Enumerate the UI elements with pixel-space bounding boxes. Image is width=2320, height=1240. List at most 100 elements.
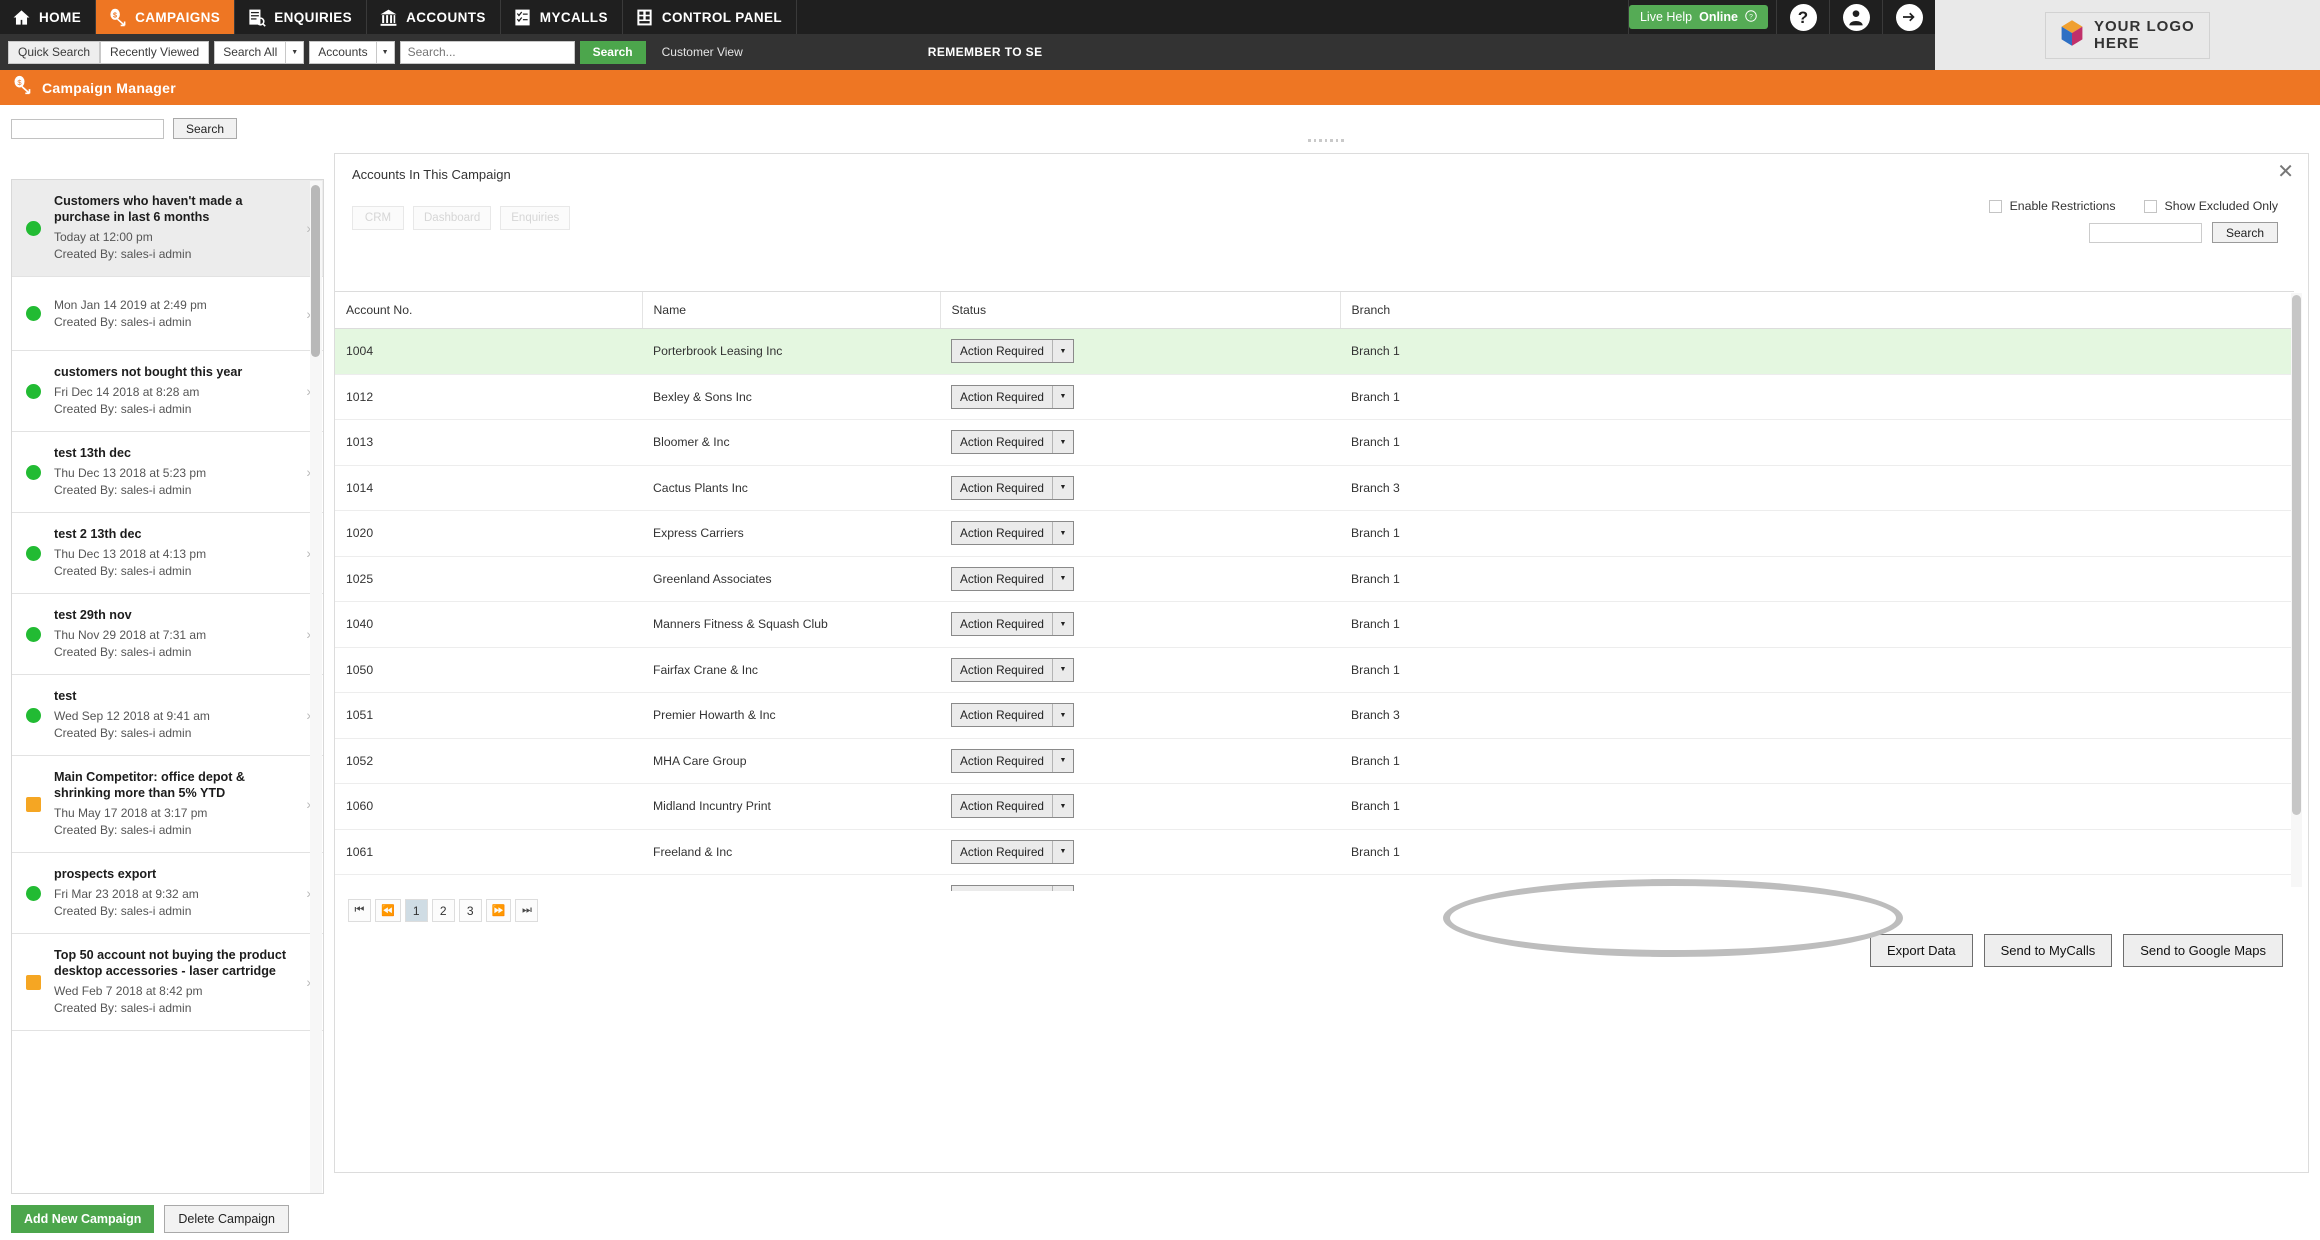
table-row[interactable]: 1061 Freeland & Inc Action Required ▼ Branch… [335,829,2294,875]
column-header-status[interactable]: Status [939,291,1340,329]
campaign-list-item[interactable]: test 13th dec Thu Dec 13 2018 at 5:23 pm C… [12,432,323,513]
account-button[interactable] [1829,0,1882,34]
recently-viewed-tab[interactable]: Recently Viewed [100,40,210,64]
checkbox-box[interactable] [2143,199,2157,213]
cell-status: Action Required ▼ [940,601,1340,648]
status-select[interactable]: Action Required▼ [951,794,1074,819]
table-row[interactable]: 1070Nottingham Wheels Action Required▼ Bra… [335,874,2294,891]
nav-item-home[interactable]: HOME [0,0,97,34]
table-row[interactable]: 1050 Fairfax Crane & Inc Action Required ▼ B… [335,647,2294,693]
nav-item-control-panel[interactable]: CONTROL PANEL [623,0,798,34]
column-header-account-no[interactable]: Account No. [335,291,642,329]
logout-button[interactable] [1882,0,1935,34]
nav-item-mycalls[interactable]: MYCALLS [501,0,623,34]
nav-item-campaigns[interactable]: $ CAMPAIGNS [96,0,236,34]
export-data-button[interactable]: Export Data [1869,934,1973,967]
table-row[interactable]: 1014 Cactus Plants Inc Action Required ▼ Bra… [335,465,2294,511]
customer-view-link[interactable]: Customer View [662,45,743,59]
home-icon [12,8,31,27]
cell-account-no: 1014 [335,465,642,511]
status-select[interactable]: Action Required▼ [951,430,1074,455]
pagination-page-2-button[interactable]: 2 [431,899,455,922]
status-select[interactable]: Action Required▼ [951,384,1074,409]
campaign-list-scrollbar[interactable] [310,181,322,1193]
nav-item-accounts[interactable]: ACCOUNTS [367,0,501,34]
column-header-branch[interactable]: Branch [1339,291,2294,329]
live-help-button[interactable]: Live Help Online ? [1628,5,1768,29]
pagination-page-1-button[interactable]: 1 [404,899,428,922]
table-row[interactable]: 1051 Premier Howarth & Inc Action Required… [335,692,2294,739]
help-button[interactable]: ? [1776,0,1829,34]
panel-search-input[interactable] [2088,222,2202,243]
global-search-input[interactable] [399,40,575,64]
pagination-first-button[interactable]: ⏮ [348,899,371,922]
status-select[interactable]: Action Required▼ [951,657,1074,682]
table-row[interactable]: 1052 MHA Care Group Action Required ▼ Branch… [335,738,2294,784]
campaign-list-item[interactable]: Main Competitor: office depot & shrinkin… [12,756,323,853]
campaign-list-item[interactable]: Customers who haven't made a purchase in… [12,180,323,277]
status-select[interactable]: Action Required▼ [951,703,1074,728]
status-indicator-cell [12,383,54,399]
pagination-next-button[interactable]: ⏩ [485,899,512,922]
cell-account-no: 1061 [335,829,642,875]
campaign-date: Fri Mar 23 2018 at 9:32 am [54,887,199,901]
show-excluded-only-checkbox[interactable]: Show Excluded Only [2143,199,2278,213]
cell-branch: Branch 1 [1340,601,2294,648]
live-help-status-icon: ? [1745,9,1757,25]
pagination-last-button[interactable]: ⏭ [515,899,539,922]
quick-search-tab[interactable]: Quick Search [8,40,101,64]
table-row[interactable]: 1004 Porterbrook Leasing Inc Action Requir… [335,328,2294,375]
add-new-campaign-button[interactable]: Add New Campaign [11,1205,155,1233]
checkbox-box[interactable] [1988,199,2002,213]
global-search-button[interactable]: Search [579,40,646,64]
status-select[interactable]: Action Required▼ [951,475,1074,500]
tab-crm[interactable]: CRM [352,206,404,230]
pagination-page-3-button[interactable]: 3 [458,899,482,922]
campaign-search-button[interactable]: Search [173,118,238,139]
campaign-search-input[interactable] [11,118,164,139]
campaign-list-item[interactable]: Mon Jan 14 2019 at 2:49 pm Created By: sa… [12,277,323,351]
pagination-prev-button[interactable]: ⏪ [375,899,401,922]
live-help-label: Live Help [1639,10,1693,24]
nav-item-enquiries[interactable]: ENQUIRIES [235,0,368,34]
accounts-table-scrollbar[interactable] [2291,293,2302,887]
campaign-list-item[interactable]: test 2 13th dec Thu Dec 13 2018 at 4:13 p… [12,513,323,594]
status-select[interactable]: Action Required▼ [951,566,1074,591]
status-select[interactable]: Action Required▼ [951,612,1074,637]
tab-enquiries[interactable]: Enquiries [500,206,571,230]
table-row[interactable]: 1020 Express Carriers Action Required ▼ Bran… [335,510,2294,557]
send-to-google-maps-button[interactable]: Send to Google Maps [2123,934,2283,967]
status-select[interactable]: Action Required▼ [951,748,1074,773]
campaign-actions: Add New Campaign Delete Campaign [11,1205,289,1233]
table-row[interactable]: 1040 Manners Fitness & Squash Club Action … [335,601,2294,648]
delete-campaign-button[interactable]: Delete Campaign [164,1205,289,1233]
status-select[interactable]: Action Required▼ [951,339,1074,364]
campaign-list-item[interactable]: customers not bought this year Fri Dec 14… [12,351,323,432]
enquiries-icon [247,8,266,27]
enable-restrictions-checkbox[interactable]: Enable Restrictions [1988,199,2116,213]
campaign-list-item[interactable]: Top 50 account not buying the product de… [12,934,323,1031]
scrollbar-thumb[interactable] [2292,295,2301,815]
table-row[interactable]: 1025 Greenland Associates Action Required ▼… [335,556,2294,602]
status-select[interactable]: Action Required▼ [951,521,1074,546]
tab-dashboard[interactable]: Dashboard [413,206,492,230]
table-row[interactable]: 1012 Bexley & Sons Inc Action Required ▼ Bra… [335,374,2294,420]
campaign-title: Top 50 account not buying the product de… [54,948,287,978]
campaign-list-item[interactable]: test 29th nov Thu Nov 29 2018 at 7:31 am C… [12,594,323,675]
column-header-name[interactable]: Name [641,291,940,329]
search-entity-select[interactable]: Accounts ▼ [309,40,395,64]
campaign-item-body: test 2 13th dec Thu Dec 13 2018 at 4:13 p… [54,526,323,580]
campaign-list-item[interactable]: test Wed Sep 12 2018 at 9:41 am Created By… [12,675,323,756]
panel-drag-handle[interactable] [1308,136,1345,144]
close-icon[interactable]: ✕ [2277,162,2294,182]
status-select[interactable]: Action Required▼ [951,839,1074,864]
campaign-list-item[interactable]: prospects export Fri Mar 23 2018 at 9:32 … [12,853,323,934]
scrollbar-thumb[interactable] [311,185,320,357]
campaign-title: customers not bought this year [54,365,243,379]
status-select[interactable]: Action Required▼ [951,885,1074,891]
table-row[interactable]: 1060 Midland Incuntry Print Action Require… [335,783,2294,830]
table-row[interactable]: 1013 Bloomer & Inc Action Required ▼ Branch … [335,419,2294,466]
search-scope-select[interactable]: Search All ▼ [214,40,305,64]
panel-search-button[interactable]: Search [2211,222,2278,243]
send-to-mycalls-button[interactable]: Send to MyCalls [1983,934,2113,967]
